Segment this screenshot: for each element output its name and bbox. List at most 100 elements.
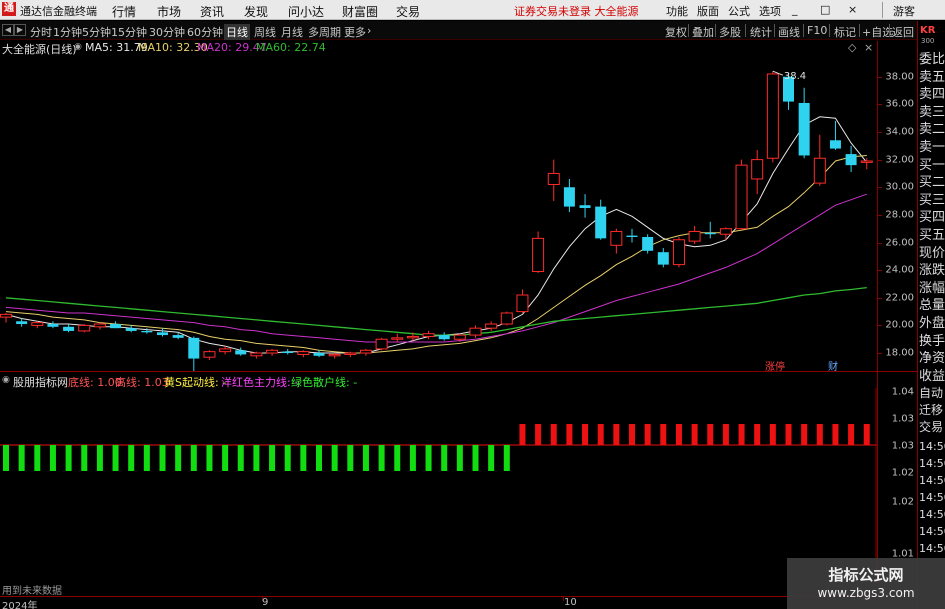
candle-body	[203, 351, 216, 358]
candle-body	[47, 324, 59, 327]
btn-tongji[interactable]: 统计	[750, 24, 772, 40]
login-notice[interactable]: 证券交易未登录 大全能源	[514, 3, 639, 19]
btn-duogu[interactable]: 多股	[719, 24, 741, 40]
menu-faxian[interactable]: 发现	[244, 3, 268, 20]
menu-gongneng[interactable]: 功能	[666, 3, 688, 19]
high-annotation: 38.4	[784, 71, 806, 82]
quote-lower-label[interactable]: 迁移	[919, 401, 943, 418]
period-5min[interactable]: 5分钟	[82, 24, 111, 40]
quote-row-label: 卖四	[919, 87, 945, 103]
maximize-button[interactable]: □	[820, 3, 830, 16]
candle	[0, 312, 12, 323]
quote-lower-label[interactable]: 自动	[919, 384, 943, 401]
menu-xuanxiang[interactable]: 选项	[759, 3, 781, 19]
green-signal-bar	[347, 445, 354, 471]
candle	[313, 350, 325, 358]
period-more[interactable]: 更多	[344, 24, 366, 40]
candle	[359, 348, 372, 356]
btn-f10[interactable]: F10	[807, 24, 827, 37]
btn-huaxian[interactable]: 画线	[778, 24, 800, 40]
candle-body	[16, 321, 28, 325]
candle	[813, 134, 826, 186]
limit-up-marker: 涨停	[765, 360, 785, 371]
price-tick-mark	[878, 187, 882, 189]
quote-time: 14:50	[919, 440, 945, 453]
menu-banmian[interactable]: 版面	[697, 3, 719, 19]
candle	[860, 158, 873, 170]
candle	[485, 321, 498, 331]
period-15min[interactable]: 15分钟	[111, 24, 147, 40]
sub-indicator-info: ◉ 股朋指标网 底线: 1.00 高线: 1.03 黄S起动线: - 洋红色主力…	[0, 374, 877, 389]
ma-info-line: 大全能源(日线) ◉ MA5: 31.79 MA10: 32.30 MA20: …	[0, 41, 880, 56]
candle	[500, 311, 513, 326]
menu-separator	[882, 2, 883, 18]
menu-caifuquan[interactable]: 财富圈	[342, 3, 378, 20]
menu-jiaoyi[interactable]: 交易	[396, 3, 420, 20]
menu-gongshi[interactable]: 公式	[728, 3, 750, 19]
period-1min[interactable]: 1分钟	[53, 24, 82, 40]
candle	[391, 333, 404, 342]
diamond-icon[interactable]: ◇	[848, 41, 856, 54]
panel-close-icon[interactable]: ×	[864, 41, 873, 54]
minimize-button[interactable]: _	[792, 3, 798, 16]
candle	[282, 348, 294, 355]
green-signal-bar	[316, 445, 322, 471]
period-30min[interactable]: 30分钟	[149, 24, 185, 40]
candle	[110, 321, 122, 329]
period-weekly[interactable]: 周线	[254, 24, 276, 40]
quote-code-sub: 300	[921, 37, 935, 45]
period-monthly[interactable]: 月线	[281, 24, 303, 40]
period-fenshi[interactable]: 分时	[30, 24, 52, 40]
period-multi[interactable]: 多周期	[308, 24, 341, 40]
sub-settings-icon[interactable]: ◉	[2, 375, 10, 385]
candle	[125, 325, 137, 333]
red-signal-bar	[707, 424, 714, 445]
candle-body	[751, 159, 764, 180]
candle-body	[219, 348, 232, 353]
quote-lower-label[interactable]: 交易	[919, 418, 943, 435]
period-60min[interactable]: 60分钟	[187, 24, 223, 40]
menu-zixun[interactable]: 资讯	[200, 3, 224, 20]
candle-body	[93, 323, 106, 328]
red-signal-bar	[816, 424, 823, 445]
candlestick-chart[interactable]: 38.416.68涨停财	[0, 56, 877, 371]
menu-shichang[interactable]: 市场	[157, 3, 181, 20]
date-axis: 2024年 9 10	[0, 597, 877, 609]
red-signal-bar	[832, 424, 839, 445]
green-signal-bar	[18, 445, 25, 471]
candle	[672, 236, 685, 268]
guest-label[interactable]: 游客	[893, 3, 915, 19]
next-arrow-icon[interactable]: ▶	[14, 24, 26, 36]
quote-row-label: 总量	[919, 298, 945, 314]
finance-marker: 财	[828, 360, 838, 371]
menu-wenxiaoda[interactable]: 问小达	[288, 3, 324, 20]
candle-body	[688, 230, 701, 242]
quote-row-label: 卖二	[919, 122, 945, 138]
green-signal-bar	[253, 445, 260, 471]
candle-body	[297, 351, 310, 355]
candle-body	[250, 352, 263, 357]
candle	[547, 159, 560, 202]
btn-biaoji[interactable]: 标记	[834, 24, 856, 40]
green-signal-bar	[456, 445, 463, 471]
prev-arrow-icon[interactable]: ◀	[2, 24, 14, 36]
candle	[375, 337, 388, 351]
sub-indicator-chart[interactable]	[0, 388, 877, 583]
btn-fanhui[interactable]: 返回	[892, 24, 914, 40]
close-button[interactable]: ×	[848, 3, 857, 16]
more-chevron-icon[interactable]: ›	[367, 24, 371, 37]
candle-body	[547, 172, 560, 185]
stock-title[interactable]: 大全能源(日线)	[2, 41, 77, 57]
candle-body	[469, 327, 482, 336]
ma60-line	[5, 286, 867, 336]
btn-diejia[interactable]: 叠加	[692, 24, 714, 40]
candle	[203, 350, 216, 360]
toolbar-sep	[829, 24, 830, 37]
menu-hangqing[interactable]: 行情	[112, 3, 136, 20]
settings-chevron-icon[interactable]: ◉	[74, 42, 82, 52]
btn-fuquan[interactable]: 复权	[665, 24, 687, 40]
ma60-label: MA60: 22.74	[256, 41, 326, 54]
period-daily[interactable]: 日线	[224, 24, 250, 40]
green-signal-bar	[284, 445, 291, 471]
candle-body	[798, 102, 810, 156]
